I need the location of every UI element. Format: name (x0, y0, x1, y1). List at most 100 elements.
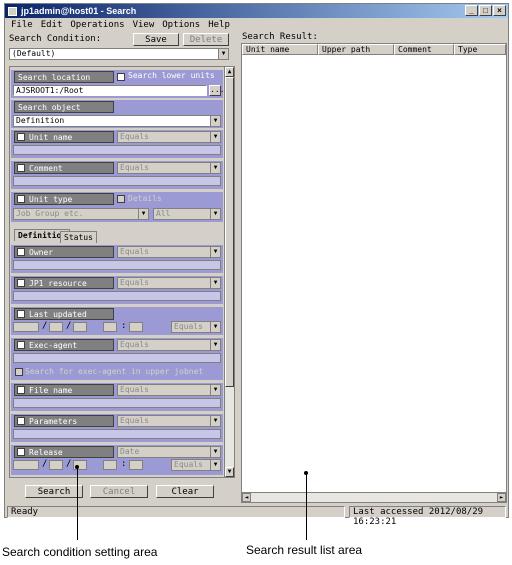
chevron-down-icon: ▼ (210, 322, 220, 332)
menu-view[interactable]: View (133, 20, 155, 30)
col-unit-name[interactable]: Unit name (242, 44, 318, 55)
search-button[interactable]: Search (25, 485, 83, 498)
comment-checkbox[interactable] (17, 164, 25, 172)
col-comment[interactable]: Comment (394, 44, 454, 55)
file-name-section: File name Equals ▼ (11, 383, 223, 411)
result-hscrollbar[interactable]: ◄ ► (242, 492, 506, 502)
menu-bar: File Edit Operations View Options Help (5, 18, 508, 31)
object-select[interactable]: Definition ▼ (13, 115, 221, 127)
scroll-right-icon[interactable]: ► (497, 493, 506, 502)
tab-status[interactable]: Status (60, 231, 97, 243)
delete-button[interactable]: Delete (183, 33, 229, 46)
browse-button[interactable]: ... (209, 85, 224, 96)
rel-month[interactable] (49, 460, 63, 470)
exec-agent-checkbox[interactable] (17, 341, 25, 349)
chevron-down-icon: ▼ (218, 49, 228, 59)
lu-month[interactable] (49, 322, 63, 332)
last-updated-checkbox[interactable] (17, 310, 25, 318)
clear-button[interactable]: Clear (156, 485, 214, 498)
result-label: Search Result: (242, 32, 318, 42)
owner-header: Owner (14, 246, 114, 258)
details-checkbox[interactable] (117, 195, 125, 203)
menu-edit[interactable]: Edit (41, 20, 63, 30)
result-list[interactable]: Unit name Upper path Comment Type ◄ ► (241, 43, 507, 503)
unit-type-scope[interactable]: All ▼ (153, 208, 221, 220)
app-icon (8, 6, 17, 16)
col-upper-path[interactable]: Upper path (318, 44, 394, 55)
jp1-group-header: JP1 resource group (14, 277, 114, 300)
release-kind[interactable]: Date ▼ (117, 446, 221, 458)
lu-hour[interactable] (103, 322, 117, 332)
unit-name-checkbox[interactable] (17, 133, 25, 141)
file-name-op[interactable]: Equals ▼ (117, 384, 221, 396)
col-type[interactable]: Type (454, 44, 506, 55)
scroll-left-icon[interactable]: ◄ (242, 493, 251, 502)
chevron-down-icon: ▼ (210, 163, 220, 173)
chevron-down-icon: ▼ (210, 278, 220, 288)
rel-hour[interactable] (103, 460, 117, 470)
close-button[interactable]: × (493, 5, 506, 16)
scroll-thumb[interactable] (225, 77, 234, 387)
jp1-group-checkbox[interactable] (17, 279, 25, 287)
last-updated-header: Last updated (14, 308, 114, 320)
last-accessed: Last accessed 2012/08/29 16:23:21 (349, 506, 506, 527)
scroll-down-icon[interactable]: ▼ (225, 467, 234, 477)
parameters-checkbox[interactable] (17, 417, 25, 425)
condition-scroll-area[interactable]: Search location Search lower units AJSRO… (9, 66, 235, 478)
chevron-down-icon: ▼ (138, 209, 148, 219)
file-name-checkbox[interactable] (17, 386, 25, 394)
location-input[interactable]: AJSROOT1:/Root (13, 85, 207, 96)
unit-name-op[interactable]: Equals ▼ (117, 131, 221, 143)
maximize-button[interactable]: □ (479, 5, 492, 16)
caption-condition-area: Search condition setting area (2, 545, 158, 559)
menu-file[interactable]: File (11, 20, 33, 30)
unit-name-input[interactable] (13, 145, 221, 155)
menu-operations[interactable]: Operations (70, 20, 124, 30)
lower-units-checkbox[interactable] (117, 73, 125, 81)
scroll-up-icon[interactable]: ▲ (225, 67, 234, 77)
jp1-group-input[interactable] (13, 291, 221, 301)
chevron-down-icon: ▼ (210, 447, 220, 457)
parameters-op[interactable]: Equals ▼ (117, 415, 221, 427)
callout-line-left (77, 467, 78, 540)
search-window: jp1admin@host01 - Search _ □ × File Edit… (4, 3, 509, 527)
menu-help[interactable]: Help (208, 20, 230, 30)
parameters-input[interactable] (13, 429, 221, 439)
jp1-group-op[interactable]: Equals ▼ (117, 277, 221, 289)
comment-input[interactable] (13, 176, 221, 186)
menu-options[interactable]: Options (162, 20, 200, 30)
unit-type-checkbox[interactable] (17, 195, 25, 203)
chevron-down-icon: ▼ (210, 116, 220, 126)
lu-minute[interactable] (129, 322, 143, 332)
rel-year[interactable] (13, 460, 39, 470)
parameters-section: Parameters Equals ▼ (11, 414, 223, 442)
owner-op[interactable]: Equals ▼ (117, 246, 221, 258)
jp1-group-section: JP1 resource group Equals▼ (11, 276, 223, 304)
owner-checkbox[interactable] (17, 248, 25, 256)
file-name-input[interactable] (13, 398, 221, 408)
last-updated-op[interactable]: Equals ▼ (171, 321, 221, 333)
exec-agent-input[interactable] (13, 353, 221, 363)
comment-section: Comment Equals ▼ (11, 161, 223, 189)
lu-day[interactable] (73, 322, 87, 332)
exec-agent-header: Exec-agent (14, 339, 114, 351)
cancel-button[interactable]: Cancel (90, 485, 148, 498)
unit-type-select[interactable]: Job Group etc. ▼ (13, 208, 149, 220)
save-button[interactable]: Save (133, 33, 179, 46)
lu-year[interactable] (13, 322, 39, 332)
condition-scrollbar[interactable]: ▲ ▼ (224, 67, 234, 477)
search-condition-select[interactable]: (Default) ▼ (9, 48, 229, 60)
minimize-button[interactable]: _ (465, 5, 478, 16)
rel-minute[interactable] (129, 460, 143, 470)
details-label: Details (128, 194, 162, 203)
upper-jobnet-checkbox[interactable] (15, 368, 23, 376)
release-checkbox[interactable] (17, 448, 25, 456)
owner-input[interactable] (13, 260, 221, 270)
last-updated-section: Last updated / / : Equals ▼ (11, 307, 223, 335)
parameters-header: Parameters (14, 415, 114, 427)
release-section: Release Date ▼ / / : Equals ▼ (11, 445, 223, 475)
exec-agent-op[interactable]: Equals ▼ (117, 339, 221, 351)
release-op[interactable]: Equals ▼ (171, 459, 221, 471)
comment-op[interactable]: Equals ▼ (117, 162, 221, 174)
file-name-header: File name (14, 384, 114, 396)
